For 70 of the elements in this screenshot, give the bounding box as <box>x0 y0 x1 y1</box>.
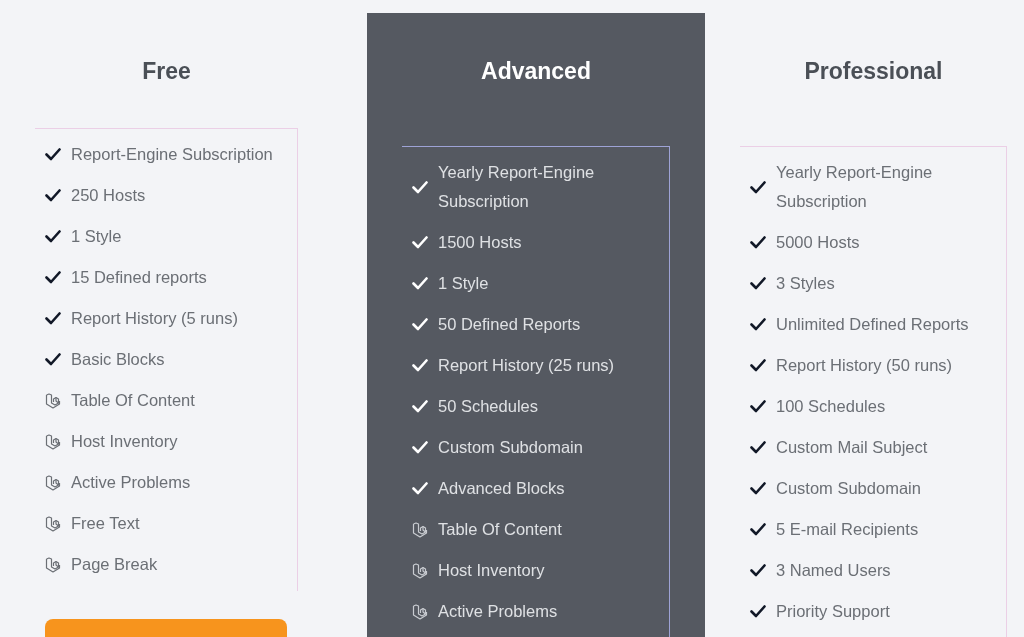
check-icon <box>412 400 428 413</box>
feature-text: 3 Styles <box>776 273 835 294</box>
feature-text: Unlimited Defined Reports <box>776 314 969 335</box>
feature-text: Active Problems <box>438 601 558 622</box>
check-icon <box>750 605 766 618</box>
check-icon <box>750 441 766 454</box>
check-icon <box>750 318 766 331</box>
feature-text: Yearly Report-Engine Subscription <box>438 162 596 212</box>
action-button[interactable] <box>45 619 287 637</box>
feature-text: Table Of Content <box>438 519 562 540</box>
block-icon <box>45 556 61 573</box>
feature-text: 15 Defined reports <box>71 267 207 288</box>
check-icon <box>45 148 61 161</box>
block-icon <box>412 603 428 620</box>
block-icon <box>45 515 61 532</box>
feature-text: 1 Style <box>71 226 122 247</box>
feature-text: Advanced Blocks <box>438 478 565 499</box>
feature-text: Report History (5 runs) <box>71 308 238 329</box>
feature-text: Basic Blocks <box>71 349 165 370</box>
block-icon <box>45 392 61 409</box>
feature-text: Custom Mail Subject <box>776 437 928 458</box>
feature-text: Table Of Content <box>71 390 195 411</box>
check-icon <box>45 230 61 243</box>
check-icon <box>750 564 766 577</box>
check-icon <box>750 400 766 413</box>
check-icon <box>45 189 61 202</box>
feature-text: Report History (25 runs) <box>438 355 615 376</box>
check-icon <box>412 482 428 495</box>
feature-text: 250 Hosts <box>71 185 146 206</box>
check-icon <box>750 236 766 249</box>
check-icon <box>750 180 766 194</box>
block-icon <box>412 521 428 538</box>
feature-text: 1 Style <box>438 273 489 294</box>
feature-text: Custom Subdomain <box>776 478 921 499</box>
block-icon <box>412 562 428 579</box>
feature-text: Priority Support <box>776 601 890 622</box>
feature-text: Custom Subdomain <box>438 437 583 458</box>
check-icon <box>412 359 428 372</box>
check-icon <box>45 353 61 366</box>
feature-text: 100 Schedules <box>776 396 886 417</box>
feature-text: Free Text <box>71 513 140 534</box>
plan-title: Advanced <box>481 57 591 85</box>
plan-title: Free <box>142 57 191 85</box>
feature-text: Host Inventory <box>438 560 545 581</box>
check-icon <box>412 441 428 454</box>
block-icon <box>45 474 61 491</box>
feature-text: 5000 Hosts <box>776 232 860 253</box>
feature-text: 1500 Hosts <box>438 232 522 253</box>
feature-text: Host Inventory <box>71 431 178 452</box>
feature-text: 50 Defined Reports <box>438 314 581 335</box>
check-icon <box>45 312 61 325</box>
feature-text: Active Problems <box>71 472 191 493</box>
block-icon <box>45 433 61 450</box>
plan-title: Professional <box>804 57 943 85</box>
feature-text: Yearly Report-Engine Subscription <box>776 162 934 212</box>
feature-text: 50 Schedules <box>438 396 538 417</box>
feature-text: Report History (50 runs) <box>776 355 953 376</box>
feature-text: 3 Named Users <box>776 560 891 581</box>
feature-text: 5 E-mail Recipients <box>776 519 919 540</box>
feature-text: Page Break <box>71 554 158 575</box>
check-icon <box>412 236 428 249</box>
check-icon <box>412 180 428 194</box>
check-icon <box>412 277 428 290</box>
check-icon <box>412 318 428 331</box>
check-icon <box>45 271 61 284</box>
check-icon <box>750 277 766 290</box>
check-icon <box>750 359 766 372</box>
check-icon <box>750 482 766 495</box>
feature-text: Report-Engine Subscription <box>71 144 273 165</box>
check-icon <box>750 523 766 536</box>
